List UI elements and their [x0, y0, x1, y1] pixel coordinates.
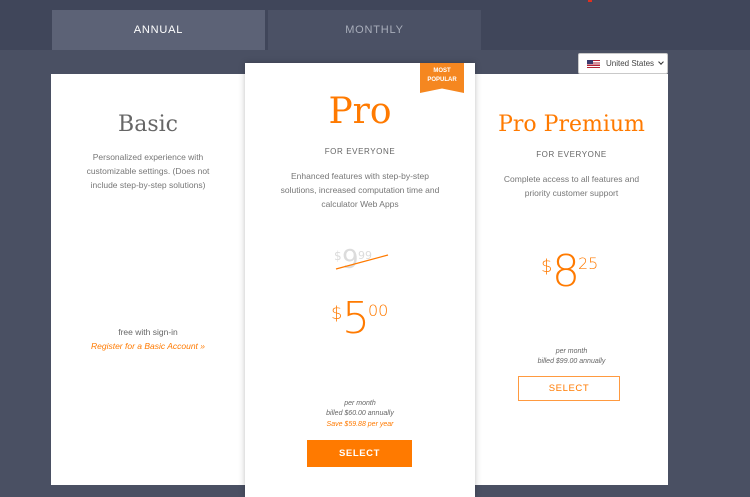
red-indicator [588, 0, 592, 2]
tab-monthly[interactable]: MONTHLY [268, 10, 481, 50]
billing-note: billed $60.00 annually [326, 410, 394, 417]
billing-note: billed $99.00 annually [537, 358, 606, 365]
old-price: $ 9 99 [334, 245, 390, 277]
plan-card-basic: Basic Personalized experience with custo… [51, 74, 245, 485]
free-text: free with sign-in [118, 327, 178, 337]
price-currency: $ [541, 256, 553, 277]
register-basic-link[interactable]: Register for a Basic Account » [51, 341, 245, 351]
price-currency: $ [331, 303, 343, 324]
chevron-down-icon [658, 59, 664, 65]
plan-name: Pro [328, 91, 392, 132]
price-whole: 5 [342, 293, 370, 344]
country-label: United States [606, 59, 655, 68]
plan-description: Enhanced features with step-by-step solu… [280, 171, 440, 209]
plan-audience: FOR EVERYONE [536, 150, 607, 159]
price-whole: 8 [552, 246, 580, 297]
select-pro-button[interactable]: SELECT [307, 440, 412, 467]
tab-annual[interactable]: ANNUAL [52, 10, 265, 50]
plan-name: Pro Premium [498, 112, 645, 137]
plan-description: Complete access to all features and prio… [503, 174, 640, 198]
price: $ 8 25 [541, 246, 611, 297]
select-premium-button[interactable]: SELECT [518, 376, 620, 401]
plan-card-premium: Pro Premium FOR EVERYONE Complete access… [475, 74, 668, 485]
country-selector[interactable]: United States [578, 53, 668, 74]
plan-description: Personalized experience with customizabl… [86, 152, 210, 190]
most-popular-badge: MOST POPULAR [420, 63, 464, 93]
strikethrough-line [335, 254, 389, 270]
savings-note: Save $59.88 per year [326, 421, 394, 428]
plan-card-pro: MOST POPULAR Pro FOR EVERYONE Enhanced f… [245, 63, 475, 497]
price-cents: 25 [578, 254, 599, 273]
us-flag-icon [587, 59, 600, 68]
price-period: per month [555, 348, 588, 355]
price: $ 5 00 [331, 293, 401, 345]
plan-audience: FOR EVERYONE [324, 147, 396, 156]
price-cents: 00 [368, 301, 389, 320]
plan-name: Basic [118, 112, 178, 137]
price-period: per month [344, 400, 376, 407]
